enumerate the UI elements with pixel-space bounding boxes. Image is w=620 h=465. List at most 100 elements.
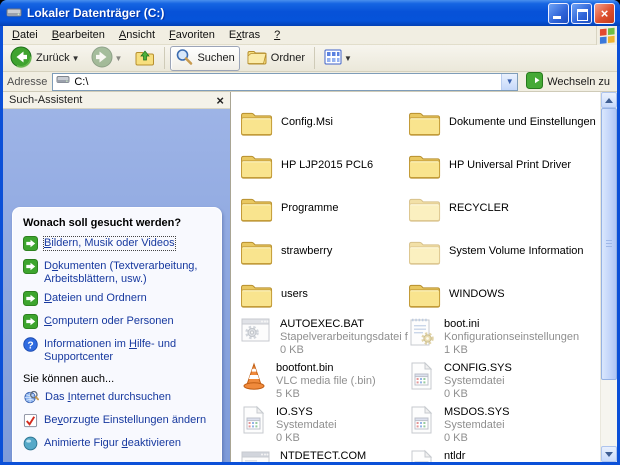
toolbar: Zurück ▼ ▼ Suchen Ordner ▼ xyxy=(3,45,617,72)
item-type: Systemdatei xyxy=(276,419,337,431)
folder-tile[interactable]: RECYCLER xyxy=(408,187,600,230)
search-option-link[interactable]: Dokumenten (Textverarbeitung, Arbeitsblä… xyxy=(23,259,214,286)
item-name: IO.SYS xyxy=(276,406,313,418)
address-dropdown-icon[interactable]: ▼ xyxy=(501,73,518,90)
file-tile[interactable]: boot.ini Konfigurationseinstellungen 1 KB xyxy=(408,316,600,360)
go-icon xyxy=(526,71,544,92)
views-button[interactable]: ▼ xyxy=(320,48,356,69)
menu-bearbeiten[interactable]: Bearbeiten xyxy=(45,27,112,43)
folder-icon xyxy=(240,109,273,137)
folders-label: Ordner xyxy=(270,52,306,64)
go-button[interactable]: Wechseln zu xyxy=(523,71,613,92)
search-option-link[interactable]: Bildern, Musik oder Videos xyxy=(23,236,214,254)
system-file-icon xyxy=(408,449,436,462)
views-icon xyxy=(324,49,342,68)
file-tile[interactable]: NTDETECT.COMAnwendung für MS-DOS xyxy=(240,448,408,462)
also-link[interactable]: Animierte Figur deaktivieren xyxy=(23,436,214,454)
config-file-icon xyxy=(408,317,436,347)
folder-tile[interactable]: WINDOWS xyxy=(408,273,600,316)
address-label: Adresse xyxy=(7,75,48,88)
assistant-icon xyxy=(23,436,38,454)
forward-button[interactable]: ▼ xyxy=(87,45,127,72)
green-arrow-icon xyxy=(23,236,38,254)
green-arrow-icon xyxy=(23,291,38,309)
green-arrow-icon xyxy=(23,314,38,332)
folder-tile[interactable]: Config.Msi xyxy=(240,101,408,144)
menu-bar: Datei Bearbeiten Ansicht Favoriten Extra… xyxy=(3,25,617,45)
folder-tile[interactable]: Programme xyxy=(240,187,408,230)
address-bar: Adresse C:\ ▼ Wechseln zu xyxy=(3,71,617,92)
sidebar-close-icon[interactable]: × xyxy=(216,94,224,107)
folder-tile[interactable]: users xyxy=(240,273,408,316)
item-name: Config.Msi xyxy=(281,116,333,128)
views-dropdown-icon[interactable]: ▼ xyxy=(344,54,352,63)
search-option-link[interactable]: Computern oder Personen xyxy=(23,314,214,332)
help-center-link[interactable]: ? Informationen im Hilfe- und Supportcent… xyxy=(23,337,214,364)
folders-icon xyxy=(247,48,267,69)
folder-icon xyxy=(408,152,441,180)
help-icon: ? xyxy=(23,337,38,355)
file-tile[interactable]: CONFIG.SYS Systemdatei 0 KB xyxy=(408,360,600,404)
forward-icon xyxy=(91,46,113,71)
dos-file-icon xyxy=(240,449,272,462)
file-tile[interactable]: IO.SYS Systemdatei 0 KB xyxy=(240,404,408,448)
back-button[interactable]: Zurück ▼ xyxy=(6,45,84,72)
item-name: WINDOWS xyxy=(449,288,505,300)
file-tile[interactable]: MSDOS.SYS Systemdatei 0 KB xyxy=(408,404,600,448)
folder-icon xyxy=(408,195,441,223)
folder-tile[interactable]: Dokumente und Einstellungen xyxy=(408,101,600,144)
item-type: Stapelverarbeitungsdatei für ... xyxy=(280,331,408,343)
folder-tile[interactable]: System Volume Information xyxy=(408,230,600,273)
back-label: Zurück xyxy=(36,52,70,64)
scroll-down-button[interactable] xyxy=(601,446,617,462)
search-icon xyxy=(175,48,193,69)
folder-tile[interactable]: HP Universal Print Driver xyxy=(408,144,600,187)
svg-text:?: ? xyxy=(27,340,33,351)
up-button[interactable] xyxy=(129,46,159,71)
scrollbar-thumb[interactable] xyxy=(601,108,617,380)
back-dropdown-icon[interactable]: ▼ xyxy=(72,54,80,63)
preferences-icon xyxy=(23,413,38,431)
item-name: strawberry xyxy=(281,245,333,257)
item-name: AUTOEXEC.BAT xyxy=(280,318,364,330)
menu-favoriten[interactable]: Favoriten xyxy=(162,27,222,43)
toolbar-separator xyxy=(164,47,166,69)
item-size: 0 KB xyxy=(444,432,468,444)
search-option-link[interactable]: Dateien und Ordnern xyxy=(23,291,214,309)
file-tile[interactable]: ntldrSystemdatei xyxy=(408,448,600,462)
menu-hilfe[interactable]: ? xyxy=(267,27,287,43)
also-link[interactable]: Das Internet durchsuchen xyxy=(23,390,214,408)
search-assistant-pane: Such-Assistent × Wonach soll gesucht wer… xyxy=(3,92,231,462)
search-button[interactable]: Suchen xyxy=(170,45,240,71)
vertical-scrollbar[interactable] xyxy=(600,92,617,462)
file-tile[interactable]: bootfont.bin VLC media file (.bin) 5 KB xyxy=(240,360,408,404)
scroll-up-button[interactable] xyxy=(601,92,617,108)
menu-extras[interactable]: Extras xyxy=(222,27,267,43)
item-name: HP Universal Print Driver xyxy=(449,159,572,171)
menu-ansicht[interactable]: Ansicht xyxy=(112,27,162,43)
item-name: users xyxy=(281,288,308,300)
maximize-button[interactable] xyxy=(571,2,592,24)
file-tile[interactable]: AUTOEXEC.BATStapelverarbeitungsdatei für… xyxy=(240,316,408,360)
title-bar: Lokaler Datenträger (C:) × xyxy=(0,0,620,26)
folder-tile[interactable]: strawberry xyxy=(240,230,408,273)
chevron-up-icon xyxy=(605,97,613,103)
folders-button[interactable]: Ordner xyxy=(243,47,309,70)
menu-datei[interactable]: Datei xyxy=(5,27,45,43)
drive-icon xyxy=(56,74,70,89)
item-name: NTDETECT.COM xyxy=(280,450,367,462)
also-link[interactable]: Bevorzugte Einstellungen ändern xyxy=(23,413,214,431)
file-grid: Config.Msi Dokumente und Einstellungen HP … xyxy=(231,92,600,462)
minimize-button[interactable] xyxy=(548,2,569,24)
item-size: 0 KB xyxy=(276,432,300,444)
close-button[interactable]: × xyxy=(594,2,615,24)
folder-tile[interactable]: HP LJP2015 PCL6 xyxy=(240,144,408,187)
system-file-icon xyxy=(240,405,268,435)
sidebar-title: Such-Assistent xyxy=(9,94,83,106)
web-search-icon xyxy=(23,390,39,408)
address-input[interactable]: C:\ ▼ xyxy=(52,72,519,91)
chevron-down-icon xyxy=(605,451,613,457)
folder-up-icon xyxy=(133,47,155,70)
search-options-list: Bildern, Musik oder Videos Dokumenten (Te… xyxy=(23,236,214,332)
item-type: Konfigurationseinstellungen xyxy=(444,331,580,343)
